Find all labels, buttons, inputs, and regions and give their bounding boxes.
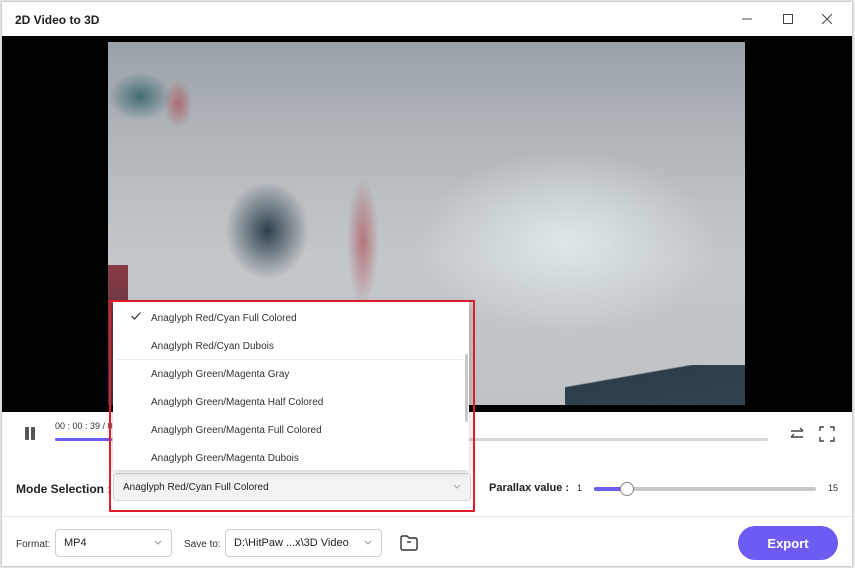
save-to-select-value: D:\HitPaw ...x\3D Video	[234, 537, 349, 549]
chevron-down-icon	[364, 540, 372, 545]
dropdown-option[interactable]: Anaglyph Red/Cyan Full Colored	[113, 304, 453, 332]
close-icon	[821, 13, 833, 25]
dropdown-option-label: Anaglyph Green/Magenta Dubois	[151, 453, 299, 464]
parallax-max: 15	[828, 483, 839, 493]
mode-selection-label: Mode Selection :	[16, 482, 112, 496]
format-select-value: MP4	[64, 537, 87, 549]
chevron-down-icon	[154, 540, 162, 545]
dropdown-option[interactable]: Anaglyph Green/Magenta Dubois	[113, 444, 453, 470]
dropdown-scrollbar[interactable]	[465, 354, 468, 422]
chevron-down-icon	[453, 484, 461, 489]
folder-icon	[400, 535, 418, 551]
swap-button[interactable]	[788, 425, 806, 443]
dropdown-option[interactable]: Anaglyph Red/Cyan Dubois	[113, 332, 453, 360]
parallax-label: Parallax value :	[489, 482, 570, 494]
export-button[interactable]: Export	[738, 526, 838, 560]
format-label: Format:	[16, 539, 51, 550]
open-folder-button[interactable]	[399, 534, 419, 552]
save-to-select[interactable]: D:\HitPaw ...x\3D Video	[225, 529, 382, 557]
title-bar: 2D Video to 3D	[2, 2, 852, 36]
dropdown-option[interactable]: Anaglyph Green/Magenta Full Colored	[113, 416, 453, 444]
time-display: 00 : 00 : 39 / 0	[55, 421, 113, 431]
swap-arrows-icon	[790, 427, 804, 438]
format-select[interactable]: MP4	[55, 529, 172, 557]
dropdown-option[interactable]: Anaglyph Green/Magenta Gray	[113, 360, 453, 388]
parallax-slider[interactable]	[594, 482, 816, 496]
minimize-icon	[742, 18, 752, 20]
fullscreen-icon	[819, 426, 835, 442]
dropdown-option[interactable]: Anaglyph Green/Magenta Half Colored	[113, 388, 453, 416]
progress-fill	[55, 438, 113, 441]
dropdown-option-label: Anaglyph Green/Magenta Gray	[151, 369, 290, 380]
close-button[interactable]	[813, 8, 841, 30]
fullscreen-button[interactable]	[818, 425, 836, 443]
footer-bar: Format: MP4 Save to: D:\HitPaw ...x\3D V…	[2, 517, 852, 566]
mode-select[interactable]: Anaglyph Red/Cyan Full Colored	[113, 473, 471, 501]
parallax-slider-thumb[interactable]	[619, 482, 634, 496]
checkmark-icon	[131, 312, 141, 320]
dropdown-option-label: Anaglyph Red/Cyan Dubois	[151, 341, 274, 352]
dropdown-option-label: Anaglyph Red/Cyan Full Colored	[151, 313, 297, 324]
window-title: 2D Video to 3D	[15, 13, 100, 27]
save-to-label: Save to:	[184, 539, 221, 550]
app-window: 2D Video to 3D 00 : 00 : 39 / 0 Mode Sel…	[2, 2, 852, 566]
parallax-min: 1	[577, 483, 583, 493]
mode-select-value: Anaglyph Red/Cyan Full Colored	[123, 482, 269, 493]
maximize-icon	[783, 14, 793, 24]
mode-dropdown-menu: Anaglyph Red/Cyan Full Colored Anaglyph …	[113, 302, 469, 470]
dropdown-option-label: Anaglyph Green/Magenta Full Colored	[151, 425, 322, 436]
minimize-button[interactable]	[733, 8, 761, 30]
pause-button[interactable]	[23, 427, 37, 441]
maximize-button[interactable]	[774, 8, 802, 30]
video-scene-mountain	[565, 365, 745, 405]
dropdown-option-label: Anaglyph Green/Magenta Half Colored	[151, 397, 324, 408]
